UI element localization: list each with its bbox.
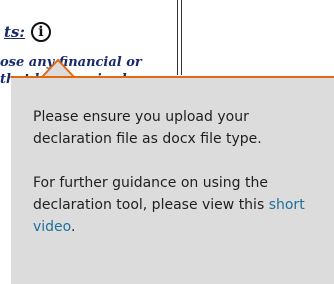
column-divider	[177, 0, 178, 75]
column-divider	[181, 0, 182, 75]
guidance-suffix: .	[71, 219, 76, 235]
heading-row: ts: i	[0, 22, 51, 42]
tooltip-message-guidance: For further guidance on using the declar…	[33, 172, 312, 238]
tooltip-panel: Please ensure you upload your declaratio…	[11, 76, 334, 284]
info-icon[interactable]: i	[30, 22, 51, 42]
heading-label: ts:	[4, 23, 25, 41]
tooltip-arrow	[41, 58, 75, 78]
tooltip-message-upload: Please ensure you upload your declaratio…	[33, 109, 262, 147]
page: ts: i ose any financial or that be perce…	[0, 0, 334, 284]
body-text-line-1: ose any financial or	[0, 55, 142, 70]
guidance-prefix: For further guidance on using the declar…	[33, 175, 269, 213]
